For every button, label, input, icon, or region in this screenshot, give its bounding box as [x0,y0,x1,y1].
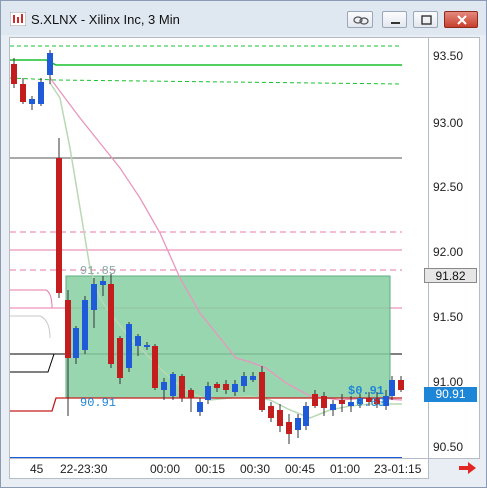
price-marker-upper: 91.82 [424,268,477,283]
box-bottom-label: 90.91 [80,396,117,410]
scroll-right-arrow-icon[interactable] [459,461,477,475]
price-tick: 92.50 [433,180,464,194]
price-tick: 93.50 [433,49,464,63]
last-price-marker: 90.91 [424,387,477,402]
minimize-button[interactable] [382,11,407,28]
price-tick: 90.50 [433,440,464,454]
time-tick: 23-01:15 [374,462,422,476]
maximize-icon [421,15,432,25]
time-tick: 00:15 [195,462,226,476]
price-tick: 92.00 [433,245,464,259]
box-top-label: 91.85 [80,264,117,278]
upper-band-line [10,59,402,66]
time-tick: 45 [30,462,44,476]
chart-window: S.XLNX - Xilinx Inc, 3 Min 91.85 90.91 $… [0,0,487,488]
right-secondary-label: 0.63 [356,396,385,410]
lower-green-dashed [10,77,403,85]
gray-arc-left [10,315,51,339]
chart-plot-area[interactable]: 91.85 90.91 $0.91 0.63 [9,37,429,459]
close-icon [457,15,467,25]
lower-black-step [10,353,55,373]
time-tick: 22-23:30 [60,462,108,476]
chart-app-icon [10,12,26,26]
price-tick: 91.50 [433,310,464,324]
link-button[interactable] [347,11,373,28]
window-title: S.XLNX - Xilinx Inc, 3 Min [31,12,180,27]
time-tick: 01:00 [330,462,361,476]
time-axis[interactable]: 45 22-23:30 00:00 00:15 00:30 00:45 01:0… [9,459,429,479]
time-tick: 00:00 [150,462,181,476]
title-bar[interactable]: S.XLNX - Xilinx Inc, 3 Min [1,1,486,35]
time-tick: 00:30 [240,462,271,476]
minimize-icon [391,22,400,24]
pink-arc-left [10,289,53,309]
close-button[interactable] [444,11,478,28]
time-tick: 00:45 [285,462,316,476]
maximize-button[interactable] [413,11,438,28]
link-icon [353,16,369,25]
range-box[interactable] [65,275,391,399]
price-tick: 93.00 [433,116,464,130]
